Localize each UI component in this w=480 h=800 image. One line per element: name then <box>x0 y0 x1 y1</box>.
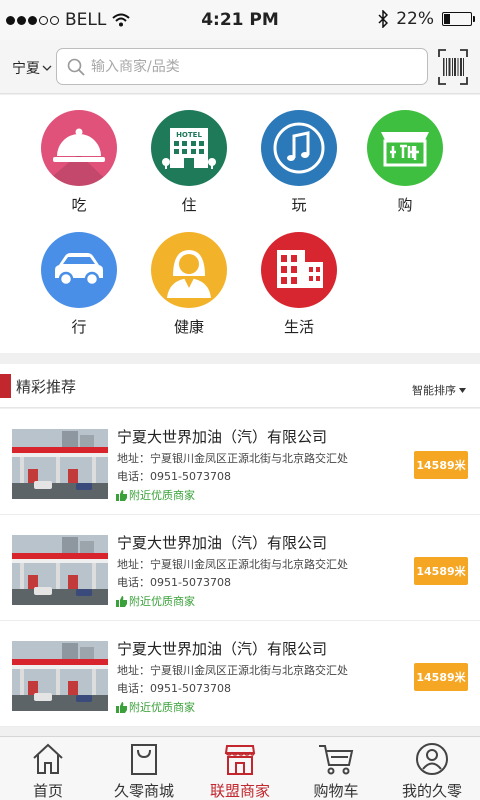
caret-down-icon <box>459 387 466 393</box>
category-label: 住 <box>181 196 197 214</box>
person-icon <box>151 232 227 308</box>
merchant-tag-label: 附近优质商家 <box>129 595 195 608</box>
category-health[interactable]: 健康 <box>139 232 239 337</box>
thumbs-up-icon <box>116 701 127 713</box>
merchant-photo <box>12 641 108 711</box>
building-icon <box>261 232 337 308</box>
bottom-tab-bar: 首页 久零商城 联盟商家 购物车 我的久零 <box>0 736 480 800</box>
category-label: 购 <box>397 196 413 214</box>
battery-percent: 22% <box>396 9 434 29</box>
city-selector[interactable]: 宁夏 <box>12 58 52 78</box>
tab-label: 首页 <box>32 782 63 800</box>
shop-icon <box>367 110 443 186</box>
user-icon <box>416 743 448 775</box>
merchant-photo <box>12 535 108 605</box>
merchant-list: 宁夏大世界加油（汽）有限公司 地址：宁夏银川金凤区正源北街与北京路交汇处 电话：… <box>0 409 480 727</box>
category-label: 吃 <box>71 196 87 214</box>
category-grid: 吃 HOTEL 住 玩 购 行 健康 生活 <box>0 95 480 353</box>
merchant-tag: 附近优质商家 <box>116 699 195 715</box>
merchant-name: 宁夏大世界加油（汽）有限公司 <box>117 534 328 552</box>
search-input[interactable] <box>91 58 391 75</box>
home-icon <box>33 743 63 774</box>
list-item[interactable]: 宁夏大世界加油（汽）有限公司 地址：宁夏银川金凤区正源北街与北京路交汇处 电话：… <box>0 409 480 515</box>
cart-icon <box>319 745 354 775</box>
tab-cart[interactable]: 购物车 <box>288 737 384 800</box>
recommendations-header: 精彩推荐 智能排序 <box>0 364 480 408</box>
merchant-phone: 电话：0951-5073708 <box>117 682 231 695</box>
category-play[interactable]: 玩 <box>249 110 349 215</box>
thumbs-up-icon <box>116 595 127 607</box>
storefront-icon <box>224 745 256 775</box>
merchant-name: 宁夏大世界加油（汽）有限公司 <box>117 428 328 446</box>
section-accent-bar <box>0 374 11 398</box>
hotel-icon: HOTEL <box>151 110 227 186</box>
tab-label: 我的久零 <box>401 782 462 800</box>
shopping-bag-icon <box>131 744 157 775</box>
merchant-address: 地址：宁夏银川金凤区正源北街与北京路交汇处 <box>117 452 348 465</box>
sort-label: 智能排序 <box>412 384 456 397</box>
category-travel[interactable]: 行 <box>29 232 129 337</box>
tab-profile[interactable]: 我的久零 <box>384 737 480 800</box>
search-box[interactable] <box>56 48 428 85</box>
chevron-down-icon <box>42 65 52 71</box>
merchant-name: 宁夏大世界加油（汽）有限公司 <box>117 640 328 658</box>
tab-merchants[interactable]: 联盟商家 <box>192 737 288 800</box>
list-item[interactable]: 宁夏大世界加油（汽）有限公司 地址：宁夏银川金凤区正源北街与北京路交汇处 电话：… <box>0 515 480 621</box>
merchant-photo <box>12 429 108 499</box>
list-item[interactable]: 宁夏大世界加油（汽）有限公司 地址：宁夏银川金凤区正源北街与北京路交汇处 电话：… <box>0 621 480 727</box>
tab-mall[interactable]: 久零商城 <box>96 737 192 800</box>
merchant-tag-label: 附近优质商家 <box>129 701 195 714</box>
thumbs-up-icon <box>116 489 127 501</box>
bluetooth-icon <box>378 10 389 28</box>
distance-badge: 14589米 <box>414 663 468 691</box>
merchant-address: 地址：宁夏银川金凤区正源北街与北京路交汇处 <box>117 558 348 571</box>
merchant-tag: 附近优质商家 <box>116 593 195 609</box>
section-title: 精彩推荐 <box>16 378 77 396</box>
category-label: 健康 <box>173 318 204 336</box>
distance-badge: 14589米 <box>414 451 468 479</box>
distance-badge: 14589米 <box>414 557 468 585</box>
merchant-phone: 电话：0951-5073708 <box>117 470 231 483</box>
hotel-sign: HOTEL <box>176 131 202 139</box>
battery-icon <box>442 12 475 26</box>
tab-label: 久零商城 <box>113 782 174 800</box>
category-label: 行 <box>71 318 87 336</box>
tab-label: 联盟商家 <box>209 782 270 800</box>
status-bar: BELL 4:21 PM 22% <box>0 0 480 40</box>
city-label: 宁夏 <box>12 61 40 77</box>
category-label: 生活 <box>283 318 314 336</box>
category-eat[interactable]: 吃 <box>29 110 129 215</box>
service-bell-icon <box>41 110 117 186</box>
category-stay[interactable]: HOTEL 住 <box>139 110 239 215</box>
search-icon <box>67 58 85 76</box>
category-shop[interactable]: 购 <box>355 110 455 215</box>
merchant-phone: 电话：0951-5073708 <box>117 576 231 589</box>
car-icon <box>41 232 117 308</box>
sort-dropdown[interactable]: 智能排序 <box>412 382 466 398</box>
music-note-icon <box>261 110 337 186</box>
category-life[interactable]: 生活 <box>249 232 349 337</box>
merchant-address: 地址：宁夏银川金凤区正源北街与北京路交汇处 <box>117 664 348 677</box>
tab-home[interactable]: 首页 <box>0 737 96 800</box>
barcode-scan-icon[interactable] <box>438 49 468 85</box>
merchant-tag-label: 附近优质商家 <box>129 489 195 502</box>
category-label: 玩 <box>291 196 307 214</box>
search-header: 宁夏 <box>0 40 480 94</box>
merchant-tag: 附近优质商家 <box>116 487 195 503</box>
system-indicators: 22% <box>378 9 475 29</box>
tab-label: 购物车 <box>313 782 359 800</box>
